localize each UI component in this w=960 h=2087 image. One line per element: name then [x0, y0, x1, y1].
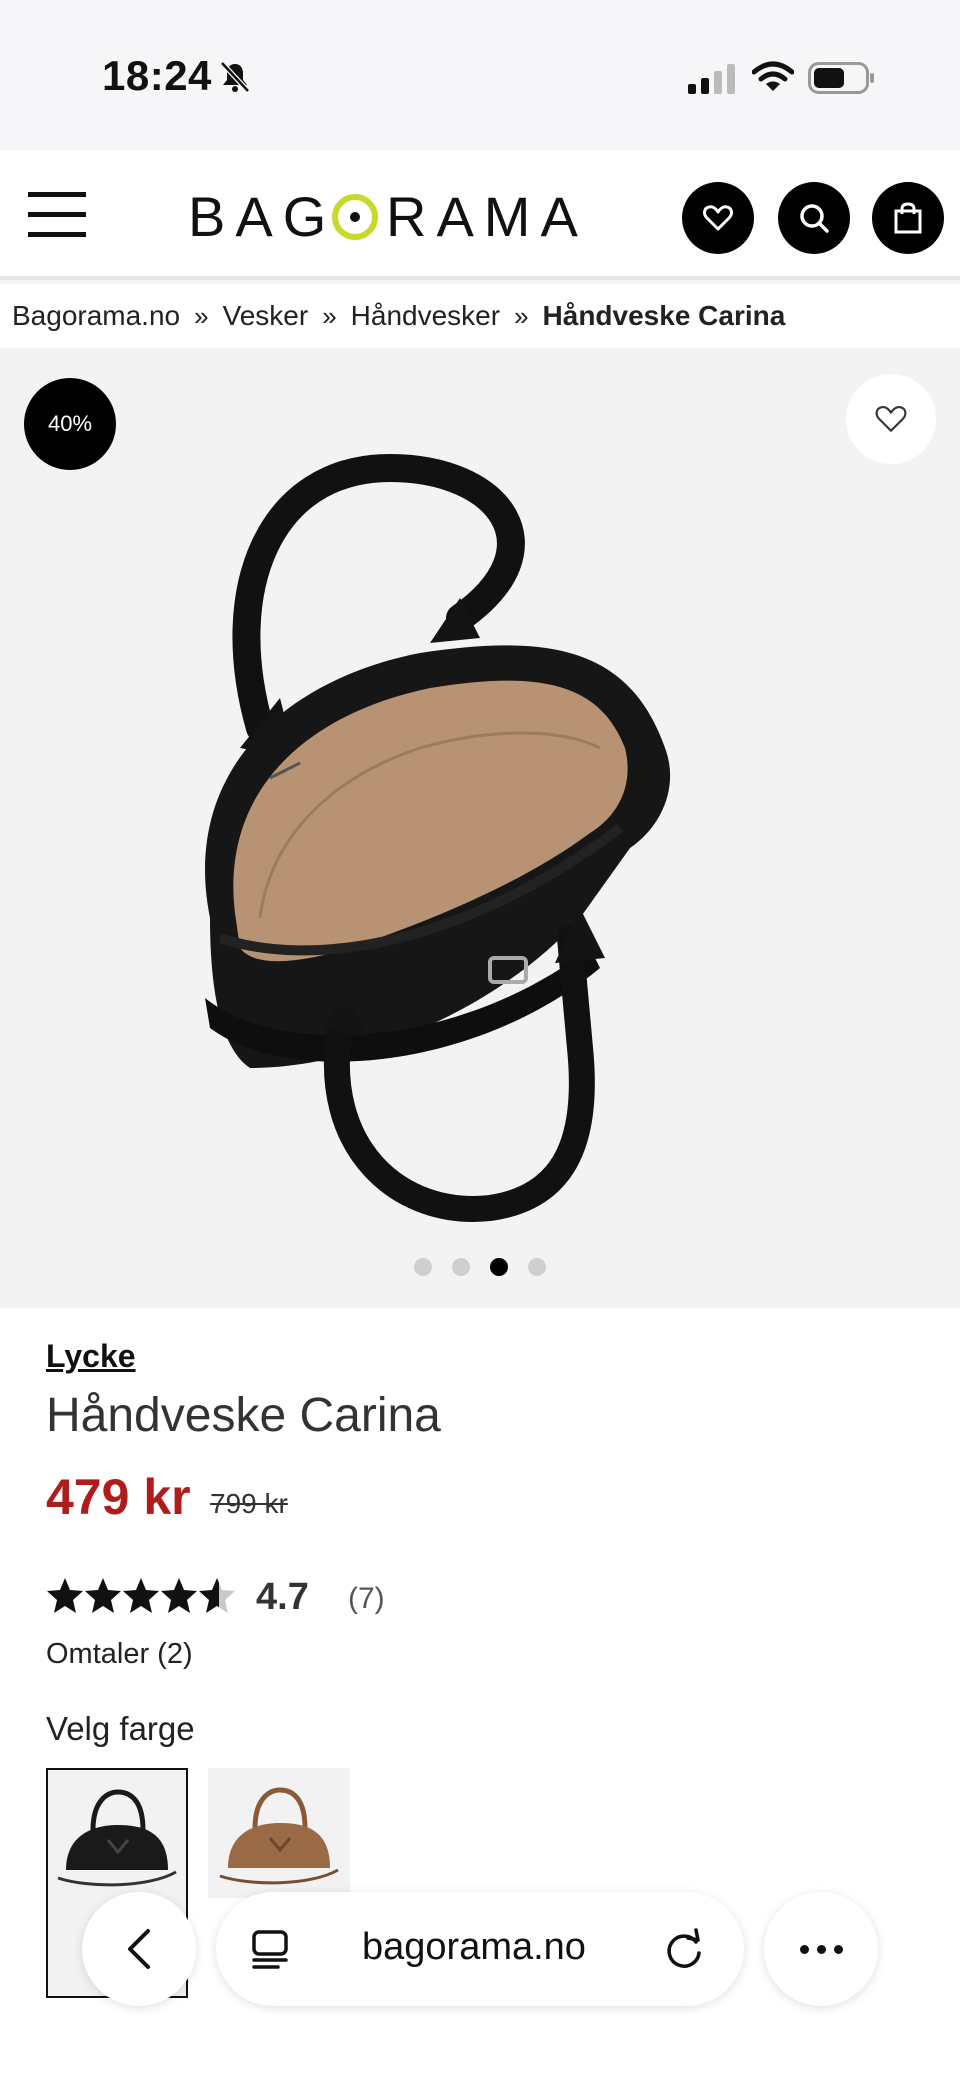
- search-button[interactable]: [778, 182, 850, 254]
- breadcrumb: Bagorama.no » Vesker » Håndvesker » Hånd…: [0, 284, 960, 348]
- add-to-wishlist-button[interactable]: [846, 374, 936, 464]
- black-bag-thumbnail: [57, 1789, 177, 1887]
- tabs-icon[interactable]: [250, 1928, 292, 1970]
- gallery-dot[interactable]: [528, 1258, 546, 1276]
- brown-bag-thumbnail: [219, 1787, 339, 1885]
- gallery-pagination: [0, 1258, 960, 1276]
- breadcrumb-separator: »: [322, 300, 337, 331]
- cellular-signal-icon: [688, 64, 735, 94]
- more-dot: [833, 1944, 843, 1954]
- shopping-bag-icon: [894, 202, 922, 234]
- gallery-dot-active[interactable]: [490, 1258, 508, 1276]
- reviews-link[interactable]: Omtaler (2): [46, 1638, 193, 1671]
- rating-stars[interactable]: [46, 1576, 236, 1616]
- hamburger-menu-icon[interactable]: [28, 190, 88, 238]
- brand-link[interactable]: Lycke: [46, 1338, 136, 1375]
- status-time: 18:24: [102, 52, 212, 99]
- search-icon: [800, 204, 829, 233]
- product-title: Håndveske Carina: [46, 1389, 441, 1442]
- site-header: BAG RAMA: [0, 150, 960, 280]
- breadcrumb-link-home[interactable]: Bagorama.no: [12, 300, 180, 332]
- browser-more-button[interactable]: [764, 1892, 878, 2006]
- heart-icon: [703, 205, 733, 231]
- discount-badge: 40%: [24, 378, 116, 470]
- cart-button[interactable]: [872, 182, 944, 254]
- browser-url[interactable]: bagorama.no: [362, 1926, 586, 1969]
- color-selector-label: Velg farge: [46, 1710, 195, 1747]
- breadcrumb-separator: »: [194, 300, 209, 331]
- favorites-button[interactable]: [682, 182, 754, 254]
- browser-back-button[interactable]: [82, 1892, 196, 2006]
- product-image-handbag: [205, 453, 671, 1222]
- bagorama-logo[interactable]: BAG RAMA: [188, 180, 588, 250]
- breadcrumb-current: Håndveske Carina: [542, 300, 786, 331]
- color-swatch-brown[interactable]: [208, 1768, 350, 1898]
- reload-icon[interactable]: [664, 1928, 706, 1970]
- battery-icon: [808, 62, 874, 94]
- breadcrumb-link-vesker[interactable]: Vesker: [223, 300, 309, 332]
- status-bar: 18:24: [0, 0, 960, 150]
- gallery-dot[interactable]: [452, 1258, 470, 1276]
- browser-address-bar[interactable]: bagorama.no: [216, 1892, 744, 2006]
- sale-price: 479 kr: [46, 1469, 191, 1525]
- breadcrumb-link-handvesker[interactable]: Håndvesker: [351, 300, 500, 332]
- breadcrumb-separator: »: [514, 300, 529, 331]
- rating-count: (7): [348, 1582, 385, 1615]
- svg-text:RAMA: RAMA: [386, 185, 588, 248]
- original-price: 799 kr: [210, 1488, 288, 1519]
- product-image-gallery[interactable]: 40%: [0, 348, 960, 1308]
- gallery-dot[interactable]: [414, 1258, 432, 1276]
- wifi-icon: [752, 61, 794, 91]
- more-dot: [799, 1944, 809, 1954]
- more-dot: [816, 1944, 826, 1954]
- rating-value: 4.7: [256, 1576, 309, 1618]
- heart-outline-icon: [875, 405, 907, 432]
- muted-bell-icon: [220, 61, 250, 93]
- chevron-left-icon: [128, 1929, 150, 1969]
- svg-text:BAG: BAG: [188, 185, 336, 248]
